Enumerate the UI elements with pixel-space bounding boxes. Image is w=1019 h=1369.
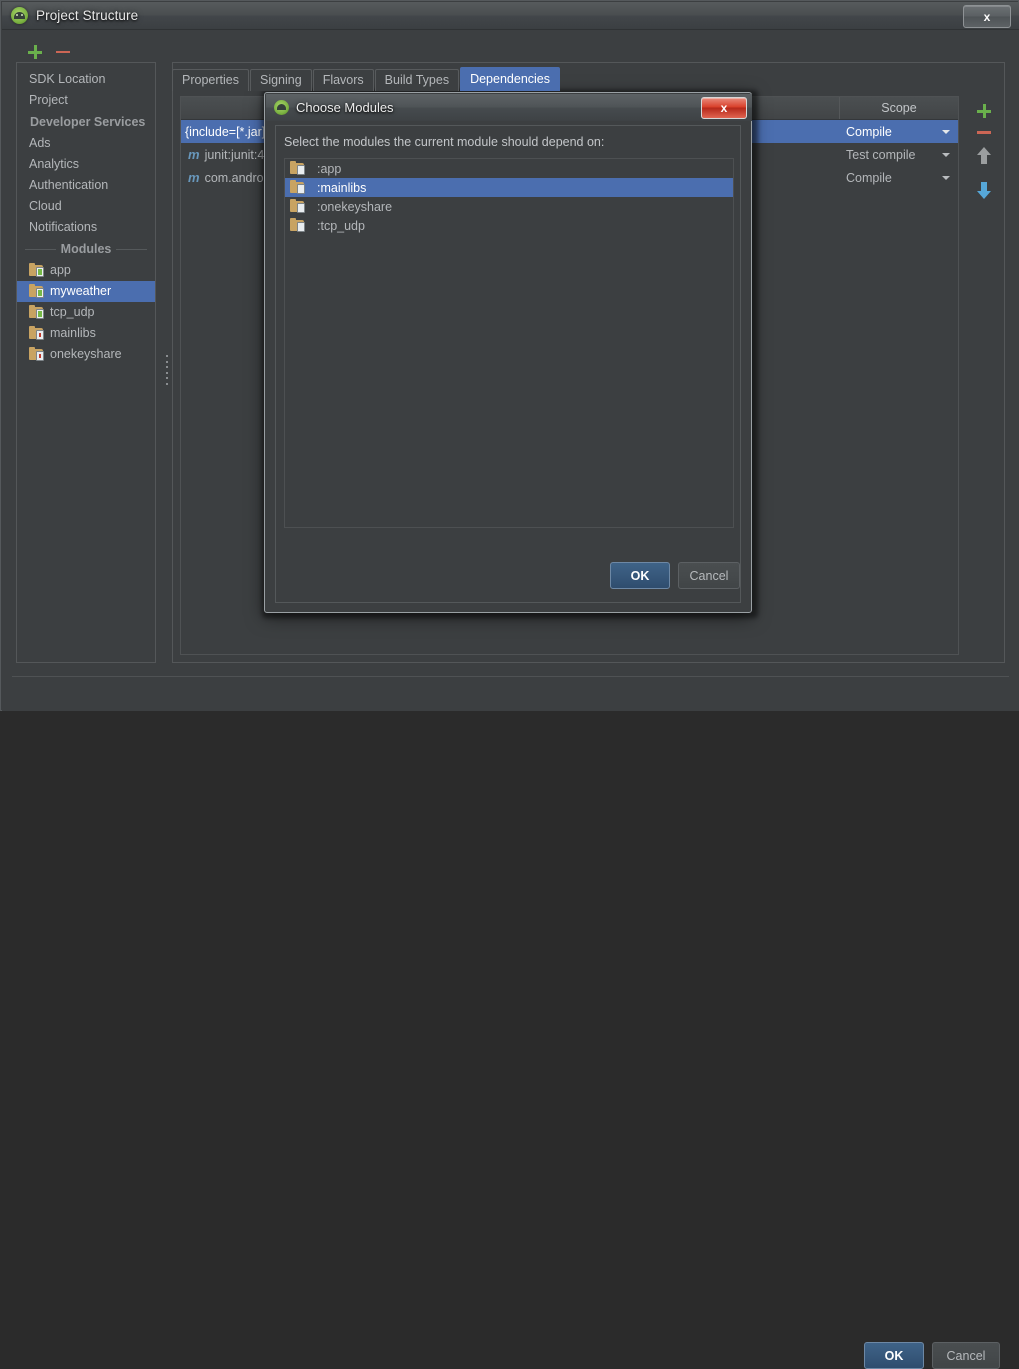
list-item[interactable]: :app xyxy=(285,159,733,178)
sidebar-splitter-handle[interactable] xyxy=(165,355,170,385)
dialog-ok-button[interactable]: OK xyxy=(610,562,670,589)
footer-bar: OK Cancel xyxy=(2,677,1019,1369)
sidebar-item-label: Analytics xyxy=(29,157,80,171)
sidebar-item-label: Project xyxy=(29,93,68,107)
module-label: :mainlibs xyxy=(317,180,367,195)
sidebar-item-label: Cloud xyxy=(29,199,62,213)
sidebar-group-modules: Modules xyxy=(17,238,155,260)
sidebar-item-label: app xyxy=(50,263,71,277)
sidebar-item-label: tcp_udp xyxy=(50,305,95,319)
module-folder-icon xyxy=(290,161,305,175)
sidebar-item-label: onekeyshare xyxy=(50,347,122,361)
maven-icon: m xyxy=(188,147,200,162)
window-close-button[interactable]: x xyxy=(963,5,1011,28)
module-label: :app xyxy=(317,161,342,176)
chevron-down-icon[interactable] xyxy=(942,129,950,134)
ok-button[interactable]: OK xyxy=(864,1342,924,1369)
dialog-cancel-button[interactable]: Cancel xyxy=(678,562,740,589)
app-module-icon xyxy=(29,263,44,277)
sidebar-item-tcp-udp[interactable]: tcp_udp xyxy=(17,302,155,323)
module-folder-icon xyxy=(290,180,305,194)
tab-properties[interactable]: Properties xyxy=(172,69,249,91)
sidebar-item-label: Notifications xyxy=(29,220,98,234)
sidebar-item-label: Ads xyxy=(29,136,51,150)
module-label: :tcp_udp xyxy=(317,218,365,233)
tab-flavors[interactable]: Flavors xyxy=(312,69,374,91)
dialog-title: Choose Modules xyxy=(296,100,394,115)
sidebar-group-developer-services: Developer Services xyxy=(17,111,155,133)
dependencies-toolbar xyxy=(965,96,1003,663)
divider-line xyxy=(116,248,148,250)
choose-modules-dialog: Choose Modules x Select the modules the … xyxy=(264,92,752,613)
list-item[interactable]: :mainlibs xyxy=(285,178,733,197)
list-item[interactable]: :tcp_udp xyxy=(285,216,733,235)
sidebar-item-app[interactable]: app xyxy=(17,260,155,281)
android-studio-icon xyxy=(274,100,289,115)
sidebar-item-label: Authentication xyxy=(29,178,109,192)
scope-value: Compile xyxy=(846,124,892,139)
dialog-button-bar: OK Cancel xyxy=(276,548,742,602)
window-title: Project Structure xyxy=(36,8,139,23)
sidebar-item-myweather[interactable]: myweather xyxy=(17,281,155,302)
minus-icon[interactable] xyxy=(977,131,991,134)
android-studio-icon xyxy=(11,7,28,24)
dialog-close-button[interactable]: x xyxy=(701,97,747,119)
plus-icon[interactable] xyxy=(977,104,991,118)
dialog-titlebar: Choose Modules x xyxy=(266,94,752,121)
dependency-scope-cell[interactable]: Compile xyxy=(840,171,958,185)
sidebar-item-sdk-location[interactable]: SDK Location xyxy=(17,69,155,90)
module-folder-icon xyxy=(290,199,305,213)
column-header-scope[interactable]: Scope xyxy=(840,97,958,119)
module-list[interactable]: :app :mainlibs :onekeyshare :tcp_udp xyxy=(284,158,734,528)
maven-icon: m xyxy=(188,170,200,185)
arrow-down-icon[interactable] xyxy=(976,180,992,200)
minus-icon[interactable] xyxy=(56,50,70,54)
app-module-icon xyxy=(29,284,44,298)
sidebar-group-label: Developer Services xyxy=(30,115,146,129)
sidebar-item-label: mainlibs xyxy=(50,326,96,340)
sidebar-item-project[interactable]: Project xyxy=(17,90,155,111)
sidebar-item-cloud[interactable]: Cloud xyxy=(17,196,155,217)
arrow-up-icon[interactable] xyxy=(976,146,992,167)
chevron-down-icon[interactable] xyxy=(942,152,950,157)
app-module-icon xyxy=(29,305,44,319)
sidebar-item-label: SDK Location xyxy=(29,72,106,86)
sidebar-group-label: Modules xyxy=(60,242,112,256)
tab-dependencies[interactable]: Dependencies xyxy=(460,67,560,91)
sidebar-item-mainlibs[interactable]: mainlibs xyxy=(17,323,155,344)
plus-icon[interactable] xyxy=(28,45,42,59)
tab-build-types[interactable]: Build Types xyxy=(374,69,460,91)
tab-bar: Properties Signing Flavors Build Types D… xyxy=(172,67,561,91)
library-module-icon xyxy=(29,326,44,340)
divider-line xyxy=(25,248,56,250)
tab-signing[interactable]: Signing xyxy=(249,69,312,91)
sidebar-item-analytics[interactable]: Analytics xyxy=(17,154,155,175)
list-item[interactable]: :onekeyshare xyxy=(285,197,733,216)
sidebar: SDK Location Project Developer Services … xyxy=(16,62,156,663)
module-label: :onekeyshare xyxy=(317,199,393,214)
chevron-down-icon[interactable] xyxy=(942,175,950,180)
sidebar-item-onekeyshare[interactable]: onekeyshare xyxy=(17,344,155,365)
sidebar-item-notifications[interactable]: Notifications xyxy=(17,217,155,238)
module-folder-icon xyxy=(290,218,305,232)
sidebar-item-label: myweather xyxy=(50,284,112,298)
dialog-body: Select the modules the current module sh… xyxy=(275,125,741,603)
scope-value: Test compile xyxy=(846,147,916,162)
window-titlebar: Project Structure x xyxy=(2,2,1019,30)
sidebar-item-ads[interactable]: Ads xyxy=(17,133,155,154)
cancel-button[interactable]: Cancel xyxy=(932,1342,1000,1369)
dependency-scope-cell[interactable]: Test compile xyxy=(840,148,958,162)
dialog-prompt: Select the modules the current module sh… xyxy=(284,135,605,149)
library-module-icon xyxy=(29,347,44,361)
dependency-scope-cell[interactable]: Compile xyxy=(840,125,958,139)
scope-value: Compile xyxy=(846,170,892,185)
sidebar-item-authentication[interactable]: Authentication xyxy=(17,175,155,196)
